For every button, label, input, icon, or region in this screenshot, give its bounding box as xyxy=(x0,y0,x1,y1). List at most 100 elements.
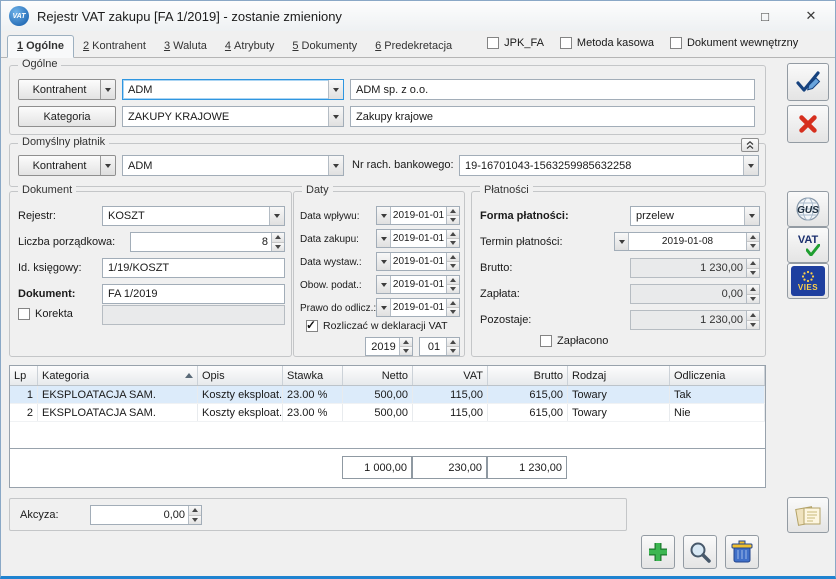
dokument-wewnetrzny-checkbox[interactable]: Dokument wewnętrzny xyxy=(670,37,798,49)
spin-up-button[interactable] xyxy=(447,230,459,238)
dropdown-button[interactable] xyxy=(328,107,343,126)
delete-row-button[interactable] xyxy=(725,535,759,569)
column-header-stawka[interactable]: Stawka xyxy=(283,366,343,385)
tab-kontrahent[interactable]: 2Kontrahent xyxy=(74,36,155,57)
dropdown-button[interactable] xyxy=(269,207,284,225)
chevron-down-icon[interactable] xyxy=(100,156,115,175)
akcyza-field[interactable]: 0,00 xyxy=(90,505,202,525)
spin-up-button[interactable] xyxy=(189,506,201,515)
table-row[interactable]: 1 EKSPLOATACJA SAM. Koszty eksploat... 2… xyxy=(10,386,765,404)
spinner[interactable] xyxy=(446,230,459,247)
spin-up-button[interactable] xyxy=(447,276,459,284)
calendar-dropdown-button[interactable] xyxy=(377,230,391,247)
vies-button[interactable]: VIES xyxy=(787,263,829,299)
tab-waluta[interactable]: 3Waluta xyxy=(155,36,216,57)
spinner[interactable] xyxy=(446,299,459,316)
close-button[interactable]: ✕ xyxy=(799,6,823,26)
column-header-vat[interactable]: VAT xyxy=(413,366,488,385)
data-wystawienia-field[interactable]: 2019-01-01 xyxy=(376,252,460,271)
kontrahent-name-field[interactable]: ADM sp. z o.o. xyxy=(350,79,755,100)
maximize-button[interactable]: □ xyxy=(753,6,777,26)
prawo-odliczenia-field[interactable]: 2019-01-01 xyxy=(376,298,460,317)
obowiazek-podatkowy-field[interactable]: 2019-01-01 xyxy=(376,275,460,294)
spin-down-button[interactable] xyxy=(447,307,459,316)
column-header-odliczenia[interactable]: Odliczenia xyxy=(670,366,765,385)
column-header-rodzaj[interactable]: Rodzaj xyxy=(568,366,670,385)
bank-account-combo[interactable]: 19-16701043-1563259985632258 xyxy=(459,155,759,176)
edit-row-button[interactable] xyxy=(683,535,717,569)
kategoria-desc-field[interactable]: Zakupy krajowe xyxy=(350,106,755,127)
column-header-lp[interactable]: Lp xyxy=(10,366,38,385)
calendar-dropdown-button[interactable] xyxy=(615,233,629,250)
calendar-dropdown-button[interactable] xyxy=(377,276,391,293)
data-wplywu-field[interactable]: 2019-01-01 xyxy=(376,206,460,225)
data-zakupu-field[interactable]: 2019-01-01 xyxy=(376,229,460,248)
liczba-porzadkowa-field[interactable]: 8 xyxy=(130,232,285,252)
spinner[interactable] xyxy=(271,233,284,251)
calendar-dropdown-button[interactable] xyxy=(377,253,391,270)
tab-ogolne[interactable]: 1Ogólne xyxy=(7,35,74,58)
chevron-down-icon[interactable] xyxy=(100,80,115,99)
column-header-kategoria[interactable]: Kategoria xyxy=(38,366,198,385)
checkbox-box[interactable] xyxy=(306,320,318,332)
checkbox-box[interactable] xyxy=(18,308,30,320)
spin-up-button[interactable] xyxy=(447,207,459,215)
forma-platnosci-combo[interactable]: przelew xyxy=(630,206,760,226)
vat-status-button[interactable]: VAT xyxy=(787,227,829,263)
dropdown-button[interactable] xyxy=(328,80,343,99)
spin-down-button[interactable] xyxy=(189,515,201,525)
platnik-kontrahent-button[interactable]: Kontrahent xyxy=(18,155,116,176)
kategoria-code-combo[interactable]: ZAKUPY KRAJOWE xyxy=(122,106,344,127)
column-header-brutto[interactable]: Brutto xyxy=(488,366,568,385)
spin-up-button[interactable] xyxy=(747,233,759,241)
save-button[interactable] xyxy=(787,63,829,101)
zaplacono-checkbox[interactable]: Zapłacono xyxy=(540,335,608,347)
calendar-dropdown-button[interactable] xyxy=(377,207,391,224)
spin-up-button[interactable] xyxy=(447,338,459,346)
table-row[interactable]: 2 EKSPLOATACJA SAM. Koszty eksploat... 2… xyxy=(10,404,765,422)
spinner[interactable] xyxy=(746,285,759,303)
spin-up-button[interactable] xyxy=(447,299,459,307)
dropdown-button[interactable] xyxy=(328,156,343,175)
miesiac-field[interactable]: 01 xyxy=(419,337,460,356)
spinner[interactable] xyxy=(446,338,459,355)
jpk-fa-checkbox[interactable]: JPK_FA xyxy=(487,37,544,49)
spin-down-button[interactable] xyxy=(272,242,284,252)
documents-button[interactable] xyxy=(787,497,829,533)
checkbox-box[interactable] xyxy=(560,37,572,49)
tab-dokumenty[interactable]: 5Dokumenty xyxy=(283,36,366,57)
spin-down-button[interactable] xyxy=(447,346,459,355)
spin-up-button[interactable] xyxy=(447,253,459,261)
kategoria-button[interactable]: Kategoria xyxy=(18,106,116,127)
add-row-button[interactable] xyxy=(641,535,675,569)
spin-down-button[interactable] xyxy=(447,284,459,293)
spinner[interactable] xyxy=(446,253,459,270)
zaplata-field[interactable]: 0,00 xyxy=(630,284,760,304)
checkbox-box[interactable] xyxy=(670,37,682,49)
kontrahent-code-combo[interactable]: ADM xyxy=(122,79,344,100)
spinner[interactable] xyxy=(399,338,412,355)
spin-down-button[interactable] xyxy=(747,294,759,304)
column-header-opis[interactable]: Opis xyxy=(198,366,283,385)
checkbox-box[interactable] xyxy=(540,335,552,347)
dropdown-button[interactable] xyxy=(744,207,759,225)
gus-button[interactable]: GUS xyxy=(787,191,829,227)
kontrahent-button[interactable]: Kontrahent xyxy=(18,79,116,100)
spinner[interactable] xyxy=(188,506,201,524)
rok-field[interactable]: 2019 xyxy=(365,337,413,356)
spin-down-button[interactable] xyxy=(447,215,459,224)
spinner[interactable] xyxy=(446,276,459,293)
metoda-kasowa-checkbox[interactable]: Metoda kasowa xyxy=(560,37,654,49)
id-ksiegowy-field[interactable]: 1/19/KOSZT xyxy=(102,258,285,278)
calendar-dropdown-button[interactable] xyxy=(377,299,391,316)
checkbox-box[interactable] xyxy=(487,37,499,49)
termin-platnosci-field[interactable]: 2019-01-08 xyxy=(614,232,760,251)
spin-up-button[interactable] xyxy=(272,233,284,242)
dropdown-button[interactable] xyxy=(743,156,758,175)
cancel-button[interactable] xyxy=(787,105,829,143)
platnik-kontrahent-combo[interactable]: ADM xyxy=(122,155,344,176)
spinner[interactable] xyxy=(746,233,759,250)
spin-down-button[interactable] xyxy=(747,241,759,250)
spinner[interactable] xyxy=(446,207,459,224)
spin-down-button[interactable] xyxy=(447,238,459,247)
